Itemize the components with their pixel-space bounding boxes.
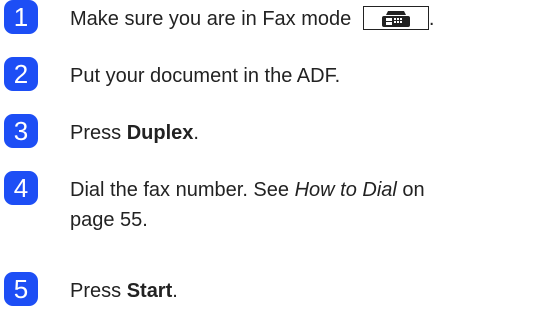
- step-text-prefix: Press: [70, 122, 122, 144]
- cross-reference: How to Dial: [294, 179, 397, 201]
- step-3: 3 Press Duplex.: [4, 114, 531, 154]
- step-text-prefix: Press: [70, 280, 122, 302]
- fax-mode-icon: [381, 11, 410, 27]
- step-text: Press Start.: [70, 276, 178, 306]
- step-text-line-1: Dial the fax number. See How to Dial on: [70, 179, 425, 201]
- step-number-badge: 2: [4, 57, 38, 91]
- step-2: 2 Put your document in the ADF.: [4, 57, 531, 97]
- button-name-duplex: Duplex: [126, 122, 194, 144]
- step-text: Press Duplex.: [70, 118, 199, 148]
- step-number-badge: 4: [4, 171, 38, 205]
- fax-mode-key: [362, 6, 429, 30]
- step-1: 1 Make sure you are in Fax mode .: [4, 0, 531, 40]
- step-number-badge: 1: [4, 0, 38, 34]
- step-text-main: Make sure you are in Fax mode: [70, 8, 352, 30]
- step-text-end: .: [193, 122, 199, 144]
- step-text: Dial the fax number. See How to Dial on …: [70, 175, 425, 235]
- button-name-start: Start: [126, 280, 173, 302]
- step-text: Put your document in the ADF.: [70, 65, 341, 87]
- step-text: Make sure you are in Fax mode .: [70, 4, 434, 34]
- step-number-badge: 5: [4, 272, 38, 306]
- step-text-line-2: page 55.: [70, 209, 148, 231]
- step-4: 4 Dial the fax number. See How to Dial o…: [4, 171, 531, 251]
- step-number-badge: 3: [4, 114, 38, 148]
- step-text-end: .: [428, 8, 435, 30]
- step-5: 5 Press Start.: [4, 272, 531, 309]
- step-text-end: .: [172, 280, 178, 302]
